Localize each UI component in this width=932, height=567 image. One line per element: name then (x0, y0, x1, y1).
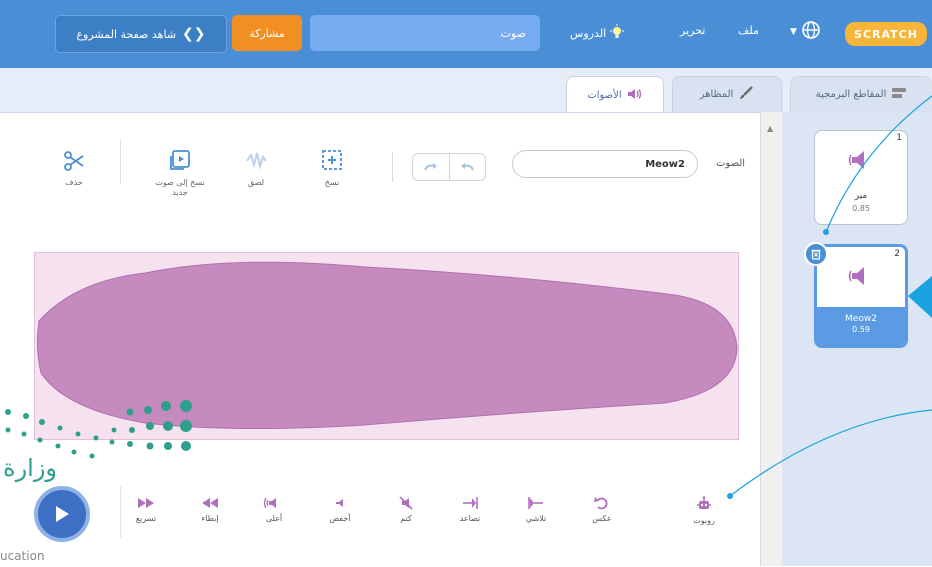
ministry-watermark-text: وزارة (3, 454, 58, 482)
annotation-callouts (727, 95, 932, 499)
ministry-watermark-subtext: ucation (0, 549, 45, 563)
